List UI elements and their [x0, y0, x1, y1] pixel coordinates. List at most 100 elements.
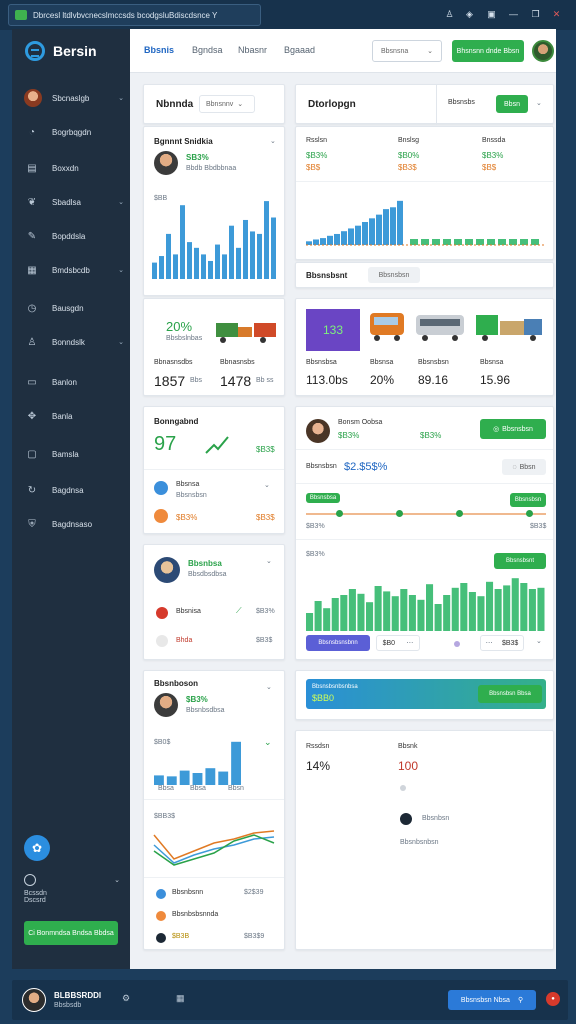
legend-dot [454, 641, 460, 647]
topbar-action-button[interactable]: Bhsnsnn dnde Bbsn [452, 40, 524, 62]
banner-button[interactable]: Bbsnsbsn Bbsa [478, 685, 542, 703]
bar [205, 768, 216, 785]
chart-input[interactable]: $B0 ⋯ [376, 635, 420, 651]
tab-secondary[interactable]: Bbsnsbsn [368, 267, 420, 283]
bar [443, 239, 451, 245]
bar [362, 222, 368, 245]
window-title: Dbrcesl ltdlvbvcnecslmccsds bcodgsluBdis… [33, 10, 218, 20]
progress-marker[interactable] [336, 510, 343, 517]
chevron-down-icon[interactable]: ⌄ [264, 481, 270, 489]
sidebar-item-10[interactable]: ✥ Banla [24, 405, 124, 427]
stat-value: 1857 [154, 373, 186, 389]
restore-icon[interactable]: ❐ [530, 9, 541, 20]
bar [166, 776, 177, 785]
sidebar-item-2[interactable]: ◔ Bogrbqgdn [24, 121, 124, 143]
tab-nbasnr[interactable]: Nbasnr [238, 45, 267, 55]
topbar-select[interactable]: Bbsnsna ⌄ [372, 40, 442, 62]
sidebar-item-1[interactable]: Sbcnaslgb ⌄ [24, 87, 124, 109]
chevron-down-icon[interactable]: ⌄ [264, 737, 272, 748]
sidebar-item-11[interactable]: ▢ Bamsla [24, 443, 124, 465]
notification-icon[interactable]: ◈ [464, 9, 475, 20]
app-window: Bersin Sbcnaslgb ⌄ ◔ Bogrbqgdn ▤ Boxxdn ❦ Sbadl… [12, 29, 556, 969]
progress-badge[interactable]: Bbsnsbsn [510, 493, 546, 507]
notification-badge[interactable]: ● [546, 992, 560, 1006]
support-button[interactable]: ✿ [24, 835, 50, 861]
filter-select[interactable]: ◌ Bbsn [502, 459, 546, 475]
card-performance: Bonsm Oobsa $B3% $B3% ◎ Bbsnsbsn Bbsnsbsn… [295, 406, 554, 660]
performance-button-label: Bbsnsbsn [502, 425, 533, 433]
stat-label: Bbnasnsbs [220, 359, 255, 366]
sidebar-item-9[interactable]: ▭ Banlon [24, 371, 124, 393]
search-icon: ⚲ [517, 997, 524, 1004]
tab-bgndsa[interactable]: Bgndsa [192, 45, 223, 55]
sidebar-item-13[interactable]: ⛨ Bagdnsaso [24, 513, 124, 535]
bar [465, 239, 473, 245]
sidebar-item-label: Bagdnsa [52, 485, 84, 495]
sidebar-item-3[interactable]: ▤ Boxxdn [24, 157, 124, 179]
avatar[interactable] [22, 988, 46, 1012]
header-button[interactable]: Bbsn [496, 95, 528, 113]
line-chart [153, 830, 275, 866]
close-icon[interactable]: ✕ [551, 9, 562, 20]
card-tabs: Bbsnsbsnt Bbsnsbsn [295, 262, 554, 288]
chart-input-value: $B3$ [501, 639, 519, 647]
tab-bgaaad[interactable]: Bgaaad [284, 45, 315, 55]
chart-input[interactable]: ⋯ $B3$ [480, 635, 524, 651]
chevron-down-icon[interactable]: ⌄ [266, 557, 272, 565]
progress-marker[interactable] [456, 510, 463, 517]
sidebar-item-5[interactable]: ✎ Bopddsla [24, 225, 124, 247]
stat-label: Bbsnsbsn [418, 359, 449, 366]
bar [201, 254, 206, 279]
sidebar-footer[interactable]: ⌄ Bcssdn Dscsrd [24, 874, 120, 904]
footer-button[interactable]: Bbsnsbsn Nbsa ⚲ [448, 990, 536, 1010]
settings-icon[interactable]: ⚙ [122, 993, 130, 1004]
chevron-down-icon[interactable]: ⌄ [536, 637, 542, 645]
bar [194, 247, 199, 279]
performance-button[interactable]: ◎ Bbsnsbsn [480, 419, 546, 439]
col-value: $B$ [306, 163, 321, 172]
bar [400, 589, 408, 631]
sidebar-item-8[interactable]: ♙ Bonndslk ⌄ [24, 331, 124, 353]
sidebar-item-6[interactable]: ▦ Bmdsbcdb ⌄ [24, 259, 124, 281]
sidebar-action-button[interactable]: Ci Bonmndsa Bndsa Bbdsa [24, 921, 118, 945]
card-title: Bbsnbsa [188, 559, 222, 568]
window-tab[interactable]: Dbrcesl ltdlvbvcnecslmccsds bcodgsluBdis… [8, 4, 261, 26]
card-sub: Bbsdbsdbsa [188, 571, 227, 578]
row-value: $B3$ [256, 637, 273, 644]
trend-icon: ⟋ [236, 606, 242, 615]
person-icon[interactable]: ♙ [444, 9, 455, 20]
minimize-icon[interactable]: — [508, 9, 519, 20]
bar [323, 608, 331, 631]
user-avatar[interactable] [532, 40, 554, 62]
card-sub: Bbdb Bbdbbnaa [186, 165, 237, 172]
col-label: Bnssda [482, 137, 506, 144]
progress-marker[interactable] [396, 510, 403, 517]
card-title: Nbnnda [156, 99, 194, 110]
grid-icon[interactable]: ▦ [176, 993, 185, 1004]
card-select[interactable]: Bbnsnnv ⌄ [199, 95, 255, 113]
stat-unit: Bbs [190, 377, 203, 384]
sidebar-item-7[interactable]: ◷ Bausgdn [24, 297, 124, 319]
progress-marker[interactable] [526, 510, 533, 517]
chart-chip[interactable]: Bbsnsbsnsbnn [306, 635, 370, 651]
card-summary: Rssdsn 14% Bbsnk 100 Bbsnbsn Bbsnbsnbsn [295, 730, 554, 950]
sidebar-item-12[interactable]: ↻ Bagdnsa [24, 479, 124, 501]
tab-vehicles[interactable]: Bbsnsbsnt [306, 271, 347, 280]
bar [487, 239, 495, 245]
summary-row: Bbsnbsnbsn [400, 839, 439, 846]
chart-badge[interactable]: Bbsnsbsnt [494, 553, 546, 569]
stat-unit: Bb ss [256, 377, 274, 384]
clock-icon: ◷ [27, 302, 37, 314]
chevron-down-icon[interactable]: ⌄ [270, 137, 276, 145]
card-title: Bonngabnd [154, 417, 199, 426]
bar [341, 231, 347, 245]
chevron-down-icon[interactable]: ⌄ [266, 683, 272, 691]
tab-bbsnis[interactable]: Bbsnis [144, 45, 174, 55]
sidebar-item-4[interactable]: ❦ Sbadlsa ⌄ [24, 191, 124, 213]
brand[interactable]: Bersin [25, 41, 97, 61]
app-icon[interactable]: ▣ [486, 9, 497, 20]
chart-label: $B3% [306, 551, 325, 558]
bar-chart-small [154, 741, 241, 785]
info-icon [156, 889, 166, 899]
chevron-down-icon[interactable]: ⌄ [536, 99, 542, 107]
